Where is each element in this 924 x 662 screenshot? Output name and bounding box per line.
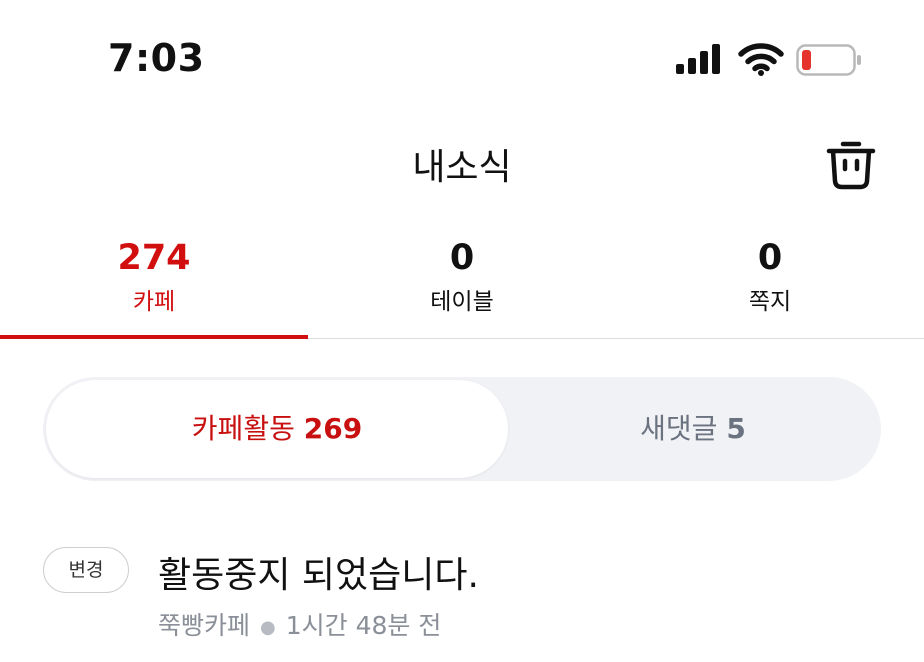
tab-bar: 274 카페 0 테이블 0 쪽지 (0, 232, 924, 339)
notification-source: 쭉빵카페 (158, 611, 251, 640)
segment-new-comments-label: 새댓글 (640, 412, 718, 445)
segment-cafe-activity[interactable]: 카페활동 269 (46, 380, 508, 478)
segment-cafe-activity-label: 카페활동 (191, 412, 295, 445)
tab-cafe[interactable]: 274 카페 (0, 232, 308, 339)
tab-table-label: 테이블 (430, 289, 494, 315)
cellular-signal-icon (676, 44, 722, 74)
separator-dot: ● (260, 616, 276, 638)
status-bar: 7:03 (0, 0, 924, 110)
tab-cafe-count: 274 (117, 238, 191, 278)
notification-meta: 쭉빵카페 ● 1시간 48분 전 (158, 606, 441, 642)
tab-table-count: 0 (449, 238, 475, 278)
battery-icon (796, 44, 861, 76)
tab-messages[interactable]: 0 쪽지 (616, 232, 924, 338)
notification-time: 1시간 48분 전 (285, 611, 442, 640)
tab-messages-count: 0 (757, 238, 783, 278)
tab-cafe-label: 카페 (132, 289, 176, 315)
notification-title[interactable]: 활동중지 되었습니다. (158, 546, 479, 598)
segment-new-comments-count: 5 (726, 412, 746, 445)
tab-table[interactable]: 0 테이블 (308, 232, 616, 338)
tab-messages-label: 쪽지 (748, 289, 792, 315)
change-badge: 변경 (43, 547, 129, 593)
segment-cafe-activity-count: 269 (303, 412, 363, 445)
trash-icon[interactable] (822, 134, 880, 192)
segmented-control: 카페활동 269 새댓글 5 (43, 377, 881, 481)
status-time: 7:03 (108, 36, 205, 80)
wifi-icon (738, 43, 784, 76)
page-title: 내소식 (412, 147, 512, 188)
segment-new-comments[interactable]: 새댓글 5 (508, 380, 878, 478)
